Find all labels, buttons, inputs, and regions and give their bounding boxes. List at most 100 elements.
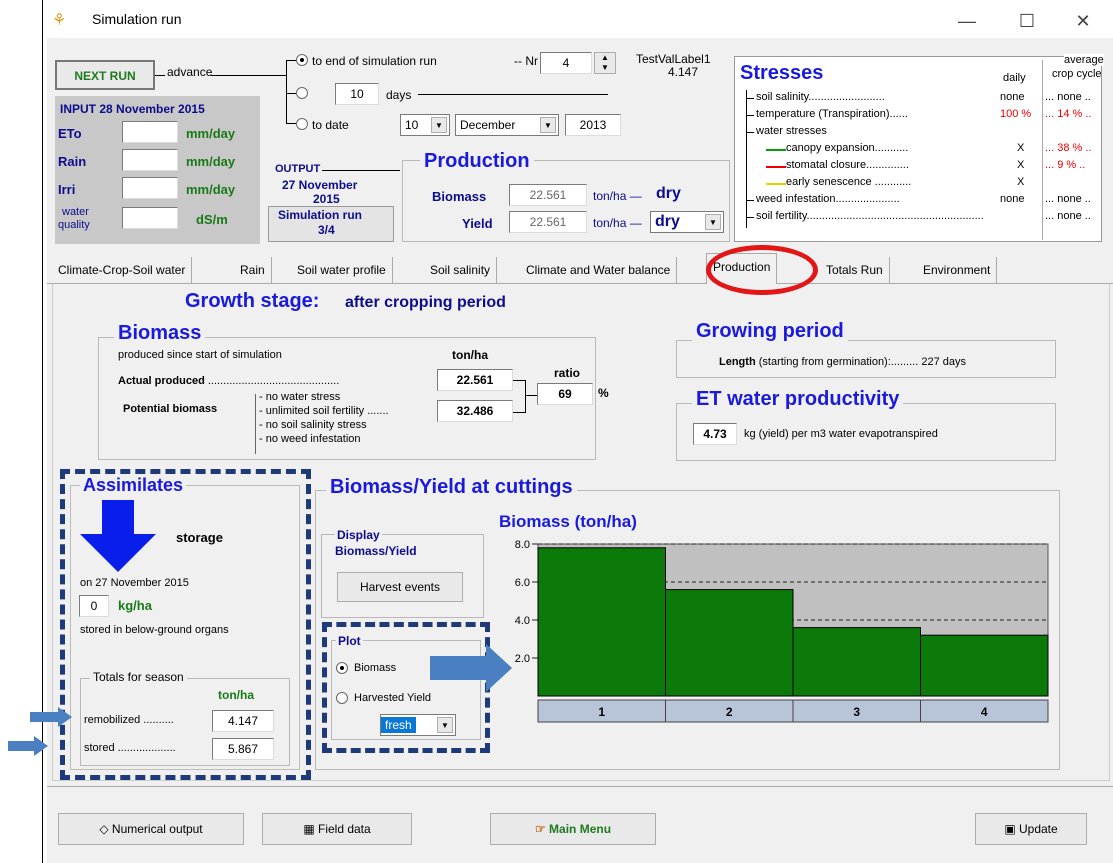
tab-rain[interactable]: Rain [234, 257, 272, 283]
chevron-down-icon: ▼ [431, 117, 447, 133]
tab-totals-run[interactable]: Totals Run [820, 257, 890, 283]
irri-input[interactable] [122, 177, 178, 199]
radio-end-of-run[interactable] [296, 54, 308, 66]
biomass-chart: 8.0 6.0 4.0 2.0 1 2 3 4 [515, 539, 1049, 723]
input-date: 28 November 2015 [99, 102, 205, 116]
chart-bar [920, 634, 1049, 697]
stresses-daily: daily [1003, 72, 1026, 84]
field-data-button[interactable]: ▦ Field data [262, 813, 412, 845]
nr-spinner[interactable]: ▲ ▼ [594, 52, 616, 74]
minimize-button[interactable]: — [944, 6, 990, 36]
next-run-button[interactable]: NEXT RUN [55, 60, 155, 90]
stress-label: water stresses [756, 125, 827, 137]
nr-input[interactable]: 4 [540, 52, 592, 74]
cuttings-title: Biomass/Yield at cuttings [326, 476, 577, 499]
cond-water: - no water stress [259, 391, 341, 403]
chart-x-tick-label: 1 [598, 705, 605, 719]
etwp-value: 4.73 [693, 423, 737, 445]
hand-icon: ☞ [534, 822, 550, 836]
maximize-button[interactable]: ☐ [1004, 6, 1050, 36]
water-quality-input[interactable] [122, 207, 178, 229]
rain-input[interactable] [122, 149, 178, 171]
output-date1: 27 November [282, 178, 358, 192]
tab-climate-crop-soil-water[interactable]: Climate-Crop-Soil water [52, 257, 193, 283]
date-month-select[interactable]: December ▼ [455, 114, 559, 136]
arrow-shaft [8, 741, 34, 751]
chart-bar [792, 627, 921, 697]
biomass-since: produced since start of simulation [118, 349, 282, 361]
actual-dots: ........................................… [204, 375, 340, 387]
output-date2: 2015 [313, 192, 340, 206]
actual-label-bold: Actual produced [118, 375, 205, 387]
harvest-events-button[interactable]: Harvest events [337, 572, 463, 602]
fresh-value: fresh [381, 717, 416, 733]
radio-days[interactable] [296, 87, 308, 99]
stress-connector [766, 149, 786, 151]
rain-label: Rain [58, 154, 87, 169]
field-data-label: Field data [317, 822, 371, 836]
biomass-unit: ton/ha [452, 348, 488, 362]
radio-biomass[interactable] [336, 662, 348, 674]
tab-environment[interactable]: Environment [917, 257, 998, 283]
production-title: Production [420, 150, 534, 173]
biomass-title: Biomass [114, 322, 206, 345]
stress-label: weed infestation..................... [756, 193, 900, 205]
output-run1: Simulation run [278, 208, 362, 222]
chart-x-tick-label: 3 [853, 705, 860, 719]
tab-climate-and-water-balance[interactable]: Climate and Water balance [520, 257, 678, 283]
tab-soil-salinity[interactable]: Soil salinity [424, 257, 498, 283]
update-label: Update [1018, 822, 1058, 836]
potential-biomass-value: 32.486 [437, 400, 513, 422]
right-arrow-icon [58, 707, 72, 727]
input-title: INPUT [60, 102, 96, 116]
dry-fresh-select[interactable]: dry ▼ [650, 211, 724, 233]
assimilates-title: Assimilates [80, 475, 187, 496]
potential-label: Potential biomass [123, 403, 218, 415]
eto-input[interactable] [122, 121, 178, 143]
stress-connector [746, 132, 754, 133]
chart-y-tick-label: 8.0 [515, 539, 530, 551]
chart-y-tick-label: 4.0 [515, 615, 530, 627]
assim-value: 0 [79, 595, 109, 617]
window-title: Simulation run [92, 11, 182, 27]
chevron-down-icon: ▼ [540, 117, 556, 133]
remobilized-label: remobilized .......... [84, 714, 174, 726]
chart-y-tick-label: 2.0 [515, 653, 530, 665]
date-month: December [460, 118, 516, 132]
production-unit1: ton/ha — [593, 189, 642, 203]
actual-produced-value: 22.561 [437, 369, 513, 391]
plot-biomass-label: Biomass [354, 662, 397, 674]
stress-connector [766, 166, 786, 168]
ratio-value: 69 [537, 383, 593, 405]
stress-daily: none [1000, 193, 1025, 205]
eto-unit: mm/day [186, 126, 236, 141]
numerical-output-button[interactable]: ◇ Numerical output [58, 813, 244, 845]
numerical-output-label: Numerical output [111, 822, 203, 836]
stress-label: canopy expansion........... [786, 142, 909, 154]
stress-average: ... none .. [1045, 91, 1091, 103]
radio-harvested-yield[interactable] [336, 692, 348, 704]
days-input[interactable]: 10 [335, 83, 379, 105]
etwp-title: ET water productivity [692, 388, 904, 411]
close-button[interactable]: ✕ [1060, 6, 1106, 36]
main-menu-button[interactable]: ☞ Main Menu [490, 813, 656, 845]
right-arrow-icon [34, 736, 48, 756]
field-data-icon: ▦ [303, 822, 318, 836]
production-biomass-label: Biomass [432, 189, 487, 204]
production-dry1: dry [656, 185, 681, 202]
eye-icon: ◇ [99, 822, 112, 836]
production-unit2: ton/ha — [593, 216, 642, 230]
fresh-select[interactable]: fresh ▼ [380, 714, 456, 736]
update-button[interactable]: ▣ Update [975, 813, 1087, 845]
totals-label: Totals for season [90, 670, 187, 684]
stress-label: early senescence ............ [786, 176, 912, 188]
date-day-select[interactable]: 10 ▼ [400, 114, 450, 136]
growth-stage-label: Growth stage: [185, 290, 320, 312]
stress-label: soil fertility..........................… [756, 210, 984, 222]
length-value: (starting from germination):......... 22… [758, 356, 966, 368]
stress-daily: X [1017, 142, 1025, 154]
date-year-input[interactable]: 2013 [565, 114, 621, 136]
growth-stage-value: after cropping period [345, 294, 506, 311]
tab-soil-water-profile[interactable]: Soil water profile [291, 257, 393, 283]
radio-to-date[interactable] [296, 118, 308, 130]
